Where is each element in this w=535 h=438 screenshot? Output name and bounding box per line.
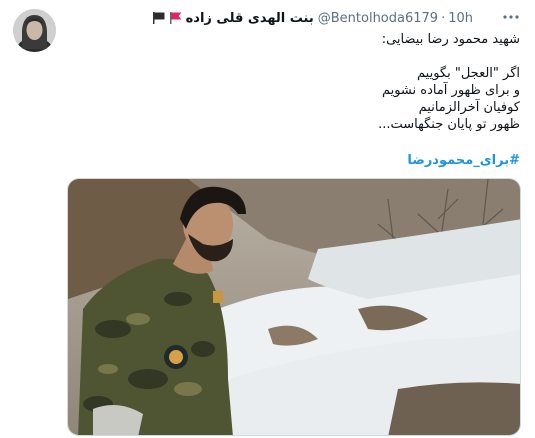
red-flag-icon [169,11,183,25]
photo-scene [68,179,520,435]
tweet-line: شهید محمود رضا بیضایی: [381,32,520,47]
tweet-header: بنت الهدی قلی زاده @Bentolhoda6179 · 10h [152,8,473,28]
tweet-photo[interactable] [67,178,521,436]
tweet-line: و برای ظهور آماده نشویم [381,83,520,98]
tweet-line: اگر "العجل" بگوییم [417,66,520,81]
black-flag-icon [152,11,166,25]
more-options-icon[interactable] [502,10,520,24]
tweet-text: شهید محمود رضا بیضایی: اگر "العجل" بگویی… [80,31,520,133]
author-name[interactable]: بنت الهدی قلی زاده [186,11,314,26]
meta-separator: · [441,10,446,26]
hashtag-link[interactable]: #برای_محمودرضا [407,153,520,168]
tweet-timestamp[interactable]: 10h [448,11,473,26]
tweet-card[interactable]: بنت الهدی قلی زاده @Bentolhoda6179 · 10h… [0,0,535,438]
tweet-line: کوفیان آخرالزمانیم [418,100,520,115]
avatar[interactable] [13,9,56,52]
author-handle[interactable]: @Bentolhoda6179 [318,11,438,26]
tweet-line: ظهور تو پایان جنگهاست... [378,117,520,132]
